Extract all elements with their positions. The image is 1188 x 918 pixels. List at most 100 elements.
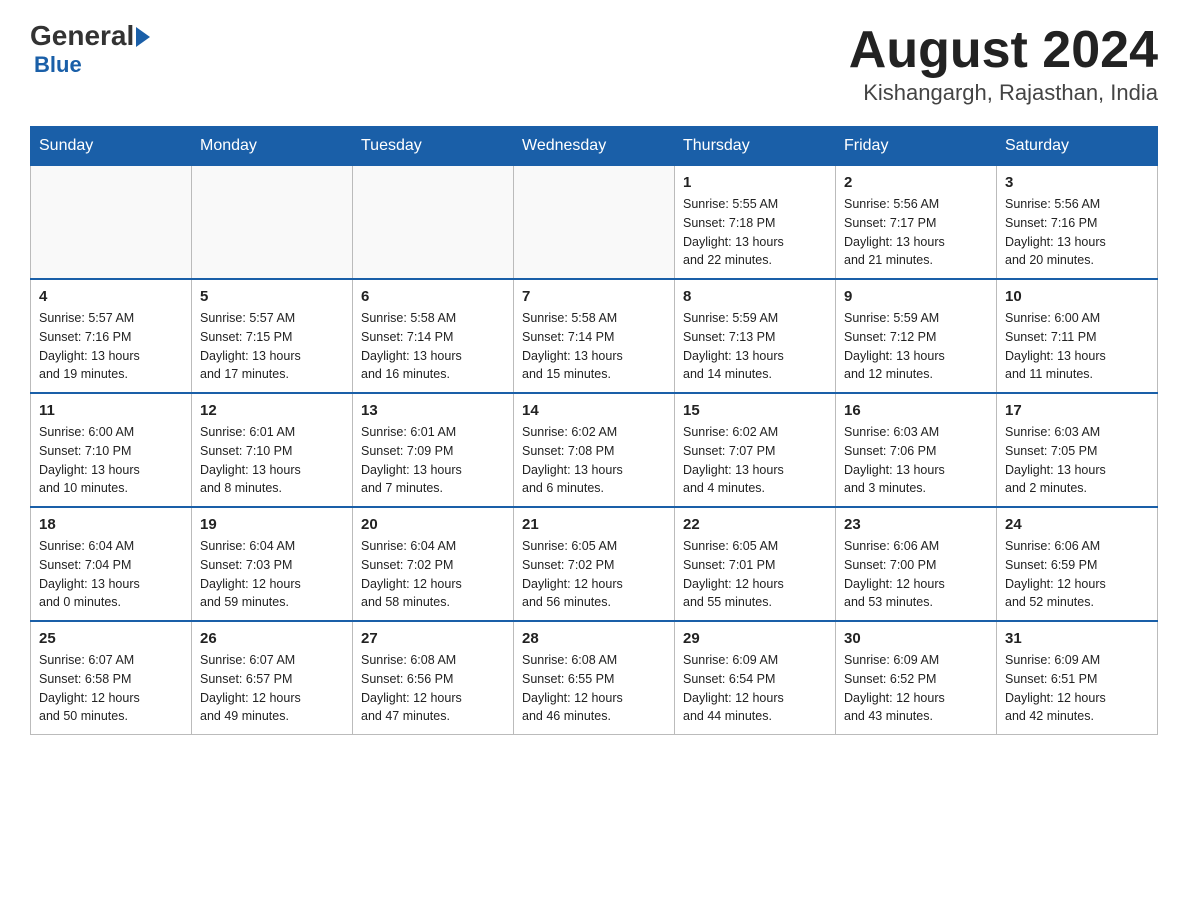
day-info: Sunrise: 5:58 AMSunset: 7:14 PMDaylight:… [522,309,666,384]
table-row: 22 Sunrise: 6:05 AMSunset: 7:01 PMDayligh… [675,507,836,621]
page-header: General Blue August 2024 Kishangargh, Ra… [30,20,1158,106]
table-row [353,166,514,280]
table-row [192,166,353,280]
day-info: Sunrise: 6:05 AMSunset: 7:01 PMDaylight:… [683,537,827,612]
day-number: 12 [200,402,344,419]
day-info: Sunrise: 6:09 AMSunset: 6:54 PMDaylight:… [683,651,827,726]
table-row: 9Sunrise: 5:59 AMSunset: 7:12 PMDaylight… [836,279,997,393]
month-title: August 2024 [849,20,1158,80]
day-number: 28 [522,630,666,647]
day-number: 9 [844,288,988,305]
day-number: 24 [1005,516,1149,533]
table-row: 24 Sunrise: 6:06 AMSunset: 6:59 PMDayligh… [997,507,1158,621]
table-row: 12 Sunrise: 6:01 AMSunset: 7:10 PMDayligh… [192,393,353,507]
day-number: 11 [39,402,183,419]
calendar-week-row: 4Sunrise: 5:57 AMSunset: 7:16 PMDaylight… [31,279,1158,393]
day-number: 16 [844,402,988,419]
day-number: 6 [361,288,505,305]
table-row: 13 Sunrise: 6:01 AMSunset: 7:09 PMDayligh… [353,393,514,507]
day-number: 17 [1005,402,1149,419]
day-info: Sunrise: 5:58 AMSunset: 7:14 PMDaylight:… [361,309,505,384]
day-info: Sunrise: 6:01 AMSunset: 7:10 PMDaylight:… [200,423,344,498]
day-number: 23 [844,516,988,533]
day-info: Sunrise: 6:04 AMSunset: 7:04 PMDaylight:… [39,537,183,612]
table-row: 17 Sunrise: 6:03 AMSunset: 7:05 PMDayligh… [997,393,1158,507]
table-row: 16 Sunrise: 6:03 AMSunset: 7:06 PMDayligh… [836,393,997,507]
table-row: 14 Sunrise: 6:02 AMSunset: 7:08 PMDayligh… [514,393,675,507]
table-row: 10Sunrise: 6:00 AMSunset: 7:11 PMDayligh… [997,279,1158,393]
day-number: 30 [844,630,988,647]
logo: General Blue [30,20,150,78]
table-row: 29 Sunrise: 6:09 AMSunset: 6:54 PMDayligh… [675,621,836,735]
table-row: 20 Sunrise: 6:04 AMSunset: 7:02 PMDayligh… [353,507,514,621]
day-info: Sunrise: 5:57 AMSunset: 7:15 PMDaylight:… [200,309,344,384]
table-row: 21Sunrise: 6:05 AMSunset: 7:02 PMDayligh… [514,507,675,621]
day-info: Sunrise: 6:06 AMSunset: 6:59 PMDaylight:… [1005,537,1149,612]
table-row: 11 Sunrise: 6:00 AMSunset: 7:10 PMDayligh… [31,393,192,507]
day-number: 31 [1005,630,1149,647]
day-info: Sunrise: 6:08 AMSunset: 6:55 PMDaylight:… [522,651,666,726]
day-number: 21 [522,516,666,533]
table-row: 28 Sunrise: 6:08 AMSunset: 6:55 PMDayligh… [514,621,675,735]
day-info: Sunrise: 5:57 AMSunset: 7:16 PMDaylight:… [39,309,183,384]
table-row: 3 Sunrise: 5:56 AMSunset: 7:16 PMDaylight… [997,166,1158,280]
day-info: Sunrise: 6:07 AMSunset: 6:57 PMDaylight:… [200,651,344,726]
day-info: Sunrise: 5:59 AMSunset: 7:13 PMDaylight:… [683,309,827,384]
day-number: 3 [1005,174,1149,191]
day-number: 27 [361,630,505,647]
table-row: 30Sunrise: 6:09 AMSunset: 6:52 PMDayligh… [836,621,997,735]
day-number: 14 [522,402,666,419]
calendar-week-row: 11 Sunrise: 6:00 AMSunset: 7:10 PMDayligh… [31,393,1158,507]
col-tuesday: Tuesday [353,127,514,166]
day-number: 19 [200,516,344,533]
calendar-week-row: 18 Sunrise: 6:04 AMSunset: 7:04 PMDayligh… [31,507,1158,621]
day-info: Sunrise: 6:02 AMSunset: 7:07 PMDaylight:… [683,423,827,498]
table-row: 8 Sunrise: 5:59 AMSunset: 7:13 PMDaylight… [675,279,836,393]
col-sunday: Sunday [31,127,192,166]
day-number: 15 [683,402,827,419]
day-info: Sunrise: 6:02 AMSunset: 7:08 PMDaylight:… [522,423,666,498]
col-monday: Monday [192,127,353,166]
table-row: 5 Sunrise: 5:57 AMSunset: 7:15 PMDaylight… [192,279,353,393]
day-number: 1 [683,174,827,191]
table-row: 1 Sunrise: 5:55 AMSunset: 7:18 PMDaylight… [675,166,836,280]
logo-blue-text: Blue [34,52,82,78]
day-info: Sunrise: 6:03 AMSunset: 7:06 PMDaylight:… [844,423,988,498]
day-number: 10 [1005,288,1149,305]
day-number: 20 [361,516,505,533]
table-row [514,166,675,280]
table-row: 31 Sunrise: 6:09 AMSunset: 6:51 PMDayligh… [997,621,1158,735]
day-info: Sunrise: 6:06 AMSunset: 7:00 PMDaylight:… [844,537,988,612]
day-number: 2 [844,174,988,191]
day-number: 8 [683,288,827,305]
day-info: Sunrise: 6:04 AMSunset: 7:02 PMDaylight:… [361,537,505,612]
table-row: 18 Sunrise: 6:04 AMSunset: 7:04 PMDayligh… [31,507,192,621]
day-info: Sunrise: 6:07 AMSunset: 6:58 PMDaylight:… [39,651,183,726]
day-number: 29 [683,630,827,647]
location-text: Kishangargh, Rajasthan, India [849,80,1158,106]
calendar-week-row: 1 Sunrise: 5:55 AMSunset: 7:18 PMDaylight… [31,166,1158,280]
day-number: 18 [39,516,183,533]
day-info: Sunrise: 6:04 AMSunset: 7:03 PMDaylight:… [200,537,344,612]
day-info: Sunrise: 5:55 AMSunset: 7:18 PMDaylight:… [683,195,827,270]
day-info: Sunrise: 5:56 AMSunset: 7:16 PMDaylight:… [1005,195,1149,270]
day-number: 25 [39,630,183,647]
table-row: 19 Sunrise: 6:04 AMSunset: 7:03 PMDayligh… [192,507,353,621]
calendar-week-row: 25 Sunrise: 6:07 AMSunset: 6:58 PMDayligh… [31,621,1158,735]
day-number: 5 [200,288,344,305]
day-number: 13 [361,402,505,419]
logo-general-text: General [30,20,134,52]
day-info: Sunrise: 6:01 AMSunset: 7:09 PMDaylight:… [361,423,505,498]
day-number: 7 [522,288,666,305]
table-row: 7 Sunrise: 5:58 AMSunset: 7:14 PMDaylight… [514,279,675,393]
table-row: 15 Sunrise: 6:02 AMSunset: 7:07 PMDayligh… [675,393,836,507]
table-row: 6 Sunrise: 5:58 AMSunset: 7:14 PMDaylight… [353,279,514,393]
day-info: Sunrise: 6:09 AMSunset: 6:51 PMDaylight:… [1005,651,1149,726]
day-info: Sunrise: 6:00 AMSunset: 7:10 PMDaylight:… [39,423,183,498]
day-number: 22 [683,516,827,533]
table-row: 27 Sunrise: 6:08 AMSunset: 6:56 PMDayligh… [353,621,514,735]
title-section: August 2024 Kishangargh, Rajasthan, Indi… [849,20,1158,106]
day-info: Sunrise: 6:03 AMSunset: 7:05 PMDaylight:… [1005,423,1149,498]
calendar-header-row: Sunday Monday Tuesday Wednesday Thursday… [31,127,1158,166]
day-info: Sunrise: 6:08 AMSunset: 6:56 PMDaylight:… [361,651,505,726]
